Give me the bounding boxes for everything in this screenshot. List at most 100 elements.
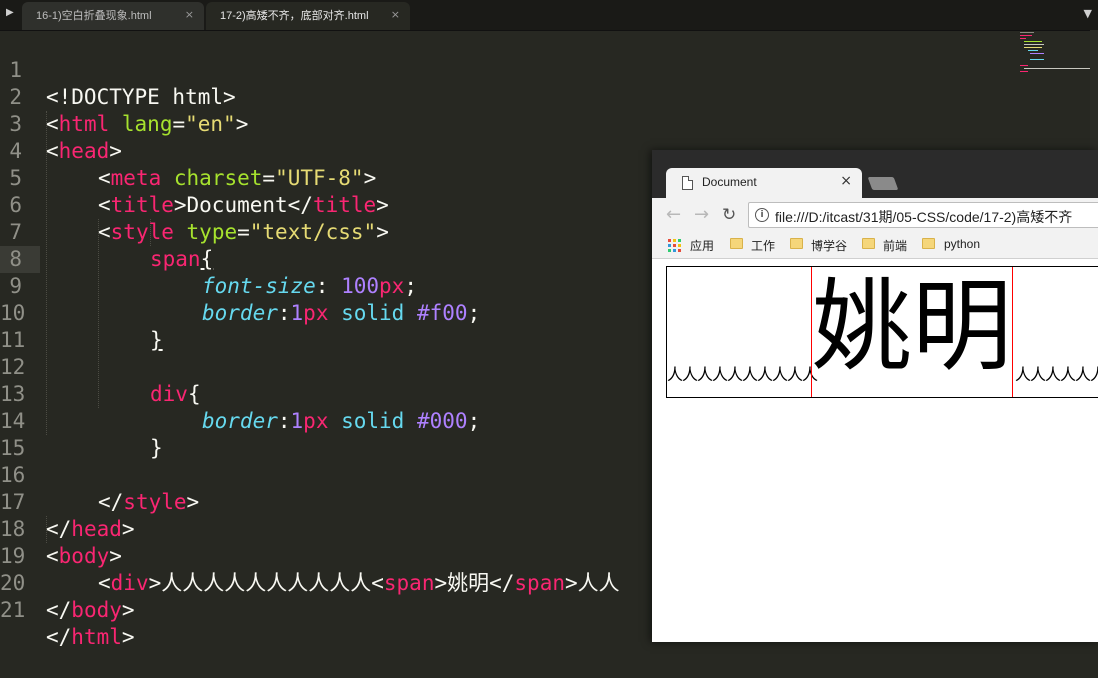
code-token: 1: [290, 409, 304, 433]
code-token: "text/css": [249, 220, 377, 244]
forward-icon[interactable]: →: [694, 204, 709, 225]
minimap-line: [1024, 44, 1044, 45]
code-token: html: [58, 112, 110, 136]
code-token: head: [58, 139, 110, 163]
code-token: =: [172, 112, 186, 136]
minimap-line: [1024, 41, 1042, 42]
code-line: 8 font-size: 100px;: [0, 219, 417, 298]
code-token: div: [110, 571, 149, 595]
code-token: >: [376, 193, 389, 217]
code-token: type: [186, 220, 238, 244]
code-line: 5 <title>Document</title>: [0, 138, 388, 217]
code-token: {: [200, 247, 214, 271]
code-line: 4 <meta charset="UTF-8">: [0, 111, 376, 190]
code-token: #000: [416, 409, 468, 433]
code-token: border: [202, 301, 278, 325]
code-token: charset: [173, 166, 263, 190]
code-token: style: [123, 490, 187, 514]
folder-icon: [730, 238, 743, 249]
close-icon[interactable]: ×: [391, 8, 400, 21]
code-token: px: [379, 274, 405, 298]
code-line: 3 <head>: [0, 84, 122, 163]
code-token: :: [277, 409, 291, 433]
minimap-line: [1020, 71, 1028, 72]
code-token: <!DOCTYPE html>: [46, 85, 236, 109]
url-text: file:///D:/itcast/31期/05-CSS/code/17-2)高…: [775, 209, 1073, 225]
code-token: >人人: [564, 571, 620, 595]
code-token: span: [150, 247, 201, 271]
code-token: >: [186, 490, 200, 514]
browser-tab-strip: Document ×: [652, 150, 1098, 198]
code-token: body: [71, 598, 122, 622]
tab-bottom-align[interactable]: 17-2)高矮不齐，底部对齐.html ×: [206, 0, 410, 30]
reload-icon[interactable]: ↻: [722, 205, 736, 225]
code-token: <: [98, 166, 111, 190]
code-token: <: [98, 220, 111, 244]
code-token: </: [46, 625, 72, 649]
minimap-line: [1020, 38, 1026, 39]
minimap-line: [1020, 32, 1034, 33]
code-line: 15: [0, 408, 51, 460]
code-token: >人人人人人人人人人人<: [148, 571, 384, 595]
code-token: >姚明</: [434, 571, 515, 595]
minimap-line: [1030, 53, 1044, 54]
code-token: }: [150, 436, 163, 460]
tab-spaces-collapse[interactable]: 16-1)空白折叠现象.html ×: [22, 0, 204, 30]
bookmarks-bar: 应用 工作 博学谷 前端 python: [652, 232, 1098, 259]
code-line: 12 div{: [0, 327, 201, 406]
demo-div-box: 人人人人人人人人人人 姚明 人人人人人人: [666, 266, 1098, 398]
code-token: title: [110, 193, 174, 217]
code-line: 20 </body>: [0, 543, 135, 622]
close-icon[interactable]: ×: [185, 8, 194, 21]
code-token: solid: [328, 301, 417, 325]
minimap-line: [1024, 47, 1042, 48]
code-token: >: [121, 625, 135, 649]
code-token: ;: [467, 301, 481, 325]
bookmark-boxuegu[interactable]: 博学谷: [811, 237, 847, 254]
back-icon[interactable]: ←: [666, 204, 681, 225]
code-line: 10 }: [0, 273, 163, 352]
code-line: 7 span{: [0, 192, 213, 271]
code-token: >: [109, 544, 122, 568]
code-token: 100: [341, 274, 380, 298]
address-bar[interactable]: i file:///D:/itcast/31期/05-CSS/code/17-2…: [748, 202, 1098, 228]
minimap-line: [1028, 50, 1038, 51]
code-token: =: [262, 166, 276, 190]
browser-tab-document[interactable]: Document ×: [666, 168, 862, 198]
bookmark-apps[interactable]: 应用: [690, 237, 714, 254]
info-icon[interactable]: i: [755, 208, 769, 222]
minimap[interactable]: [1018, 30, 1090, 74]
code-token: "en": [185, 112, 236, 136]
close-icon[interactable]: ×: [840, 173, 852, 189]
tab-scroll-left-icon[interactable]: ▶: [6, 7, 14, 18]
folder-icon: [862, 238, 875, 249]
code-token: head: [71, 517, 122, 541]
code-token: >: [363, 166, 377, 190]
code-token: style: [110, 220, 174, 244]
code-token: "UTF-8": [275, 166, 364, 190]
code-line: 11: [0, 300, 51, 352]
code-token: #f00: [416, 301, 468, 325]
document-icon: [682, 176, 693, 190]
code-token: >: [121, 598, 135, 622]
code-token: solid: [328, 409, 417, 433]
code-line: 6 <style type="text/css">: [0, 165, 389, 244]
page-viewport[interactable]: 人人人人人人人人人人 姚明 人人人人人人: [652, 259, 1098, 642]
minimap-line: [1024, 68, 1090, 69]
code-token: :: [277, 301, 291, 325]
bookmark-python[interactable]: python: [944, 237, 980, 251]
apps-icon[interactable]: [668, 239, 682, 253]
folder-icon: [922, 238, 935, 249]
code-line: 13 border:1px solid #000;: [0, 354, 480, 433]
code-token: </: [98, 490, 124, 514]
code-token: ;: [467, 409, 481, 433]
browser-window: Document × ← → ↻ i file:///D:/itcast/31期…: [652, 150, 1098, 642]
tab-label: 17-2)高矮不齐，底部对齐.html: [220, 10, 369, 22]
bookmark-work[interactable]: 工作: [751, 237, 775, 254]
bookmark-frontend[interactable]: 前端: [883, 237, 907, 254]
tab-list-dropdown-icon[interactable]: ▼: [1084, 7, 1092, 20]
new-tab-button[interactable]: [867, 177, 899, 190]
code-line: 16 </style>: [0, 435, 199, 514]
browser-toolbar: ← → ↻ i file:///D:/itcast/31期/05-CSS/cod…: [652, 198, 1098, 232]
